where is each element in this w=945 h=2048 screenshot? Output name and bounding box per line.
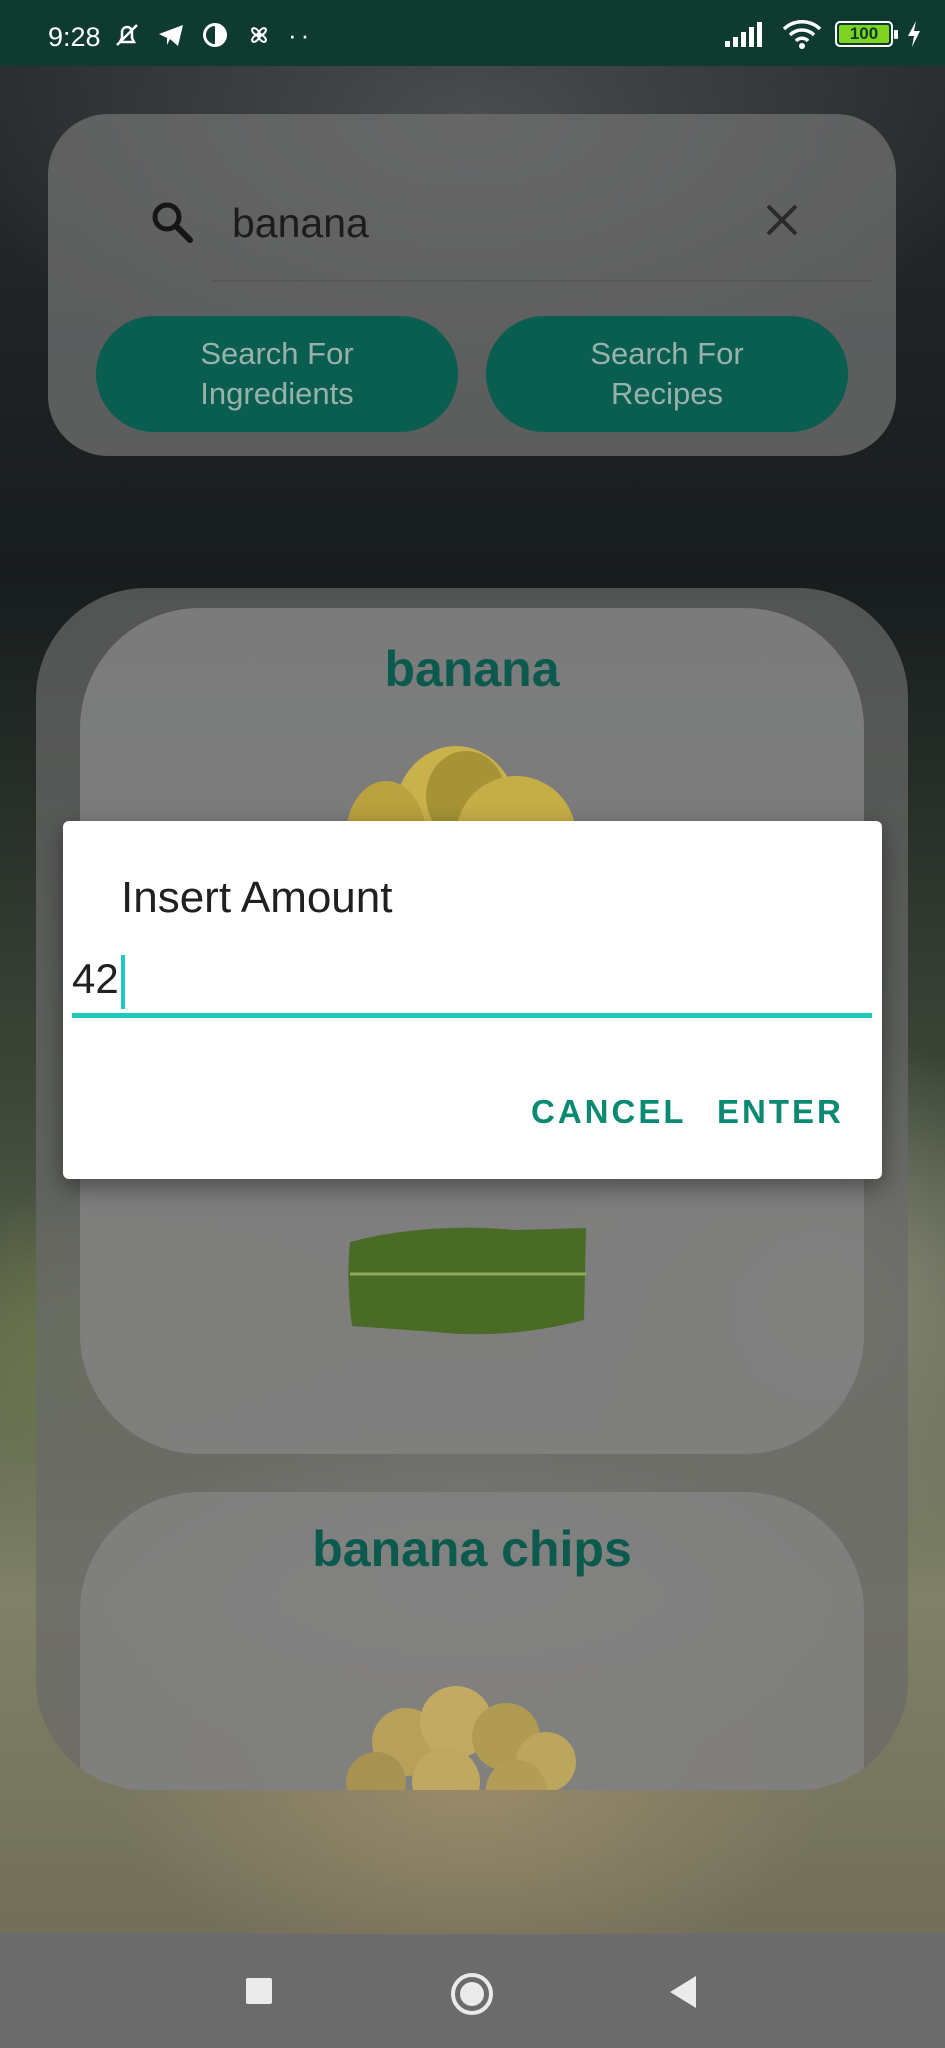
status-icons-right: 100 <box>723 18 923 50</box>
search-input[interactable]: banana <box>232 200 369 247</box>
telegram-icon <box>159 25 183 46</box>
wifi-icon <box>782 20 822 49</box>
status-bar: 9:28 ·· 100 <box>0 0 945 66</box>
app-icon <box>203 23 227 47</box>
search-recipes-button[interactable]: Search For Recipes <box>486 316 848 432</box>
search-icon <box>152 202 193 243</box>
search-card: banana Search For Ingredients Search For… <box>48 114 896 456</box>
results-panel[interactable]: banana banana chips <box>36 588 908 1790</box>
fan-icon <box>251 27 267 43</box>
result-title: banana <box>384 641 560 697</box>
result-card-banana-chips[interactable]: banana chips <box>80 1492 864 1790</box>
close-icon[interactable] <box>762 200 802 240</box>
result-title: banana chips <box>312 1521 632 1577</box>
charging-icon <box>908 21 920 47</box>
insert-amount-dialog: Insert Amount 42 CANCEL ENTER <box>63 821 882 1179</box>
banana-chips-image <box>346 1686 576 1790</box>
signal-icon <box>725 22 762 47</box>
battery-icon: 100 <box>835 21 898 47</box>
status-icons-left: ·· <box>112 20 313 50</box>
recents-icon[interactable] <box>244 1976 274 2006</box>
battery-level: 100 <box>849 24 879 43</box>
navigation-bar <box>0 1934 945 2048</box>
amount-input[interactable]: 42 <box>72 949 872 1018</box>
search-ingredients-label: Search For Ingredients <box>200 336 354 411</box>
home-icon[interactable] <box>450 1972 494 2016</box>
text-cursor <box>120 955 125 1009</box>
amount-value: 42 <box>72 955 119 1003</box>
cancel-button[interactable]: CANCEL <box>531 1093 687 1131</box>
search-recipes-label: Search For Recipes <box>590 336 744 411</box>
banana-leaf-image <box>348 1227 586 1335</box>
back-icon[interactable] <box>666 1974 700 2010</box>
status-time: 9:28 <box>48 22 101 52</box>
enter-button[interactable]: ENTER <box>717 1093 844 1131</box>
mute-bell-icon <box>116 24 138 46</box>
search-underline <box>212 280 872 282</box>
search-ingredients-button[interactable]: Search For Ingredients <box>96 316 458 432</box>
more-dots-icon: ·· <box>288 20 314 50</box>
dialog-title: Insert Amount <box>121 873 393 922</box>
